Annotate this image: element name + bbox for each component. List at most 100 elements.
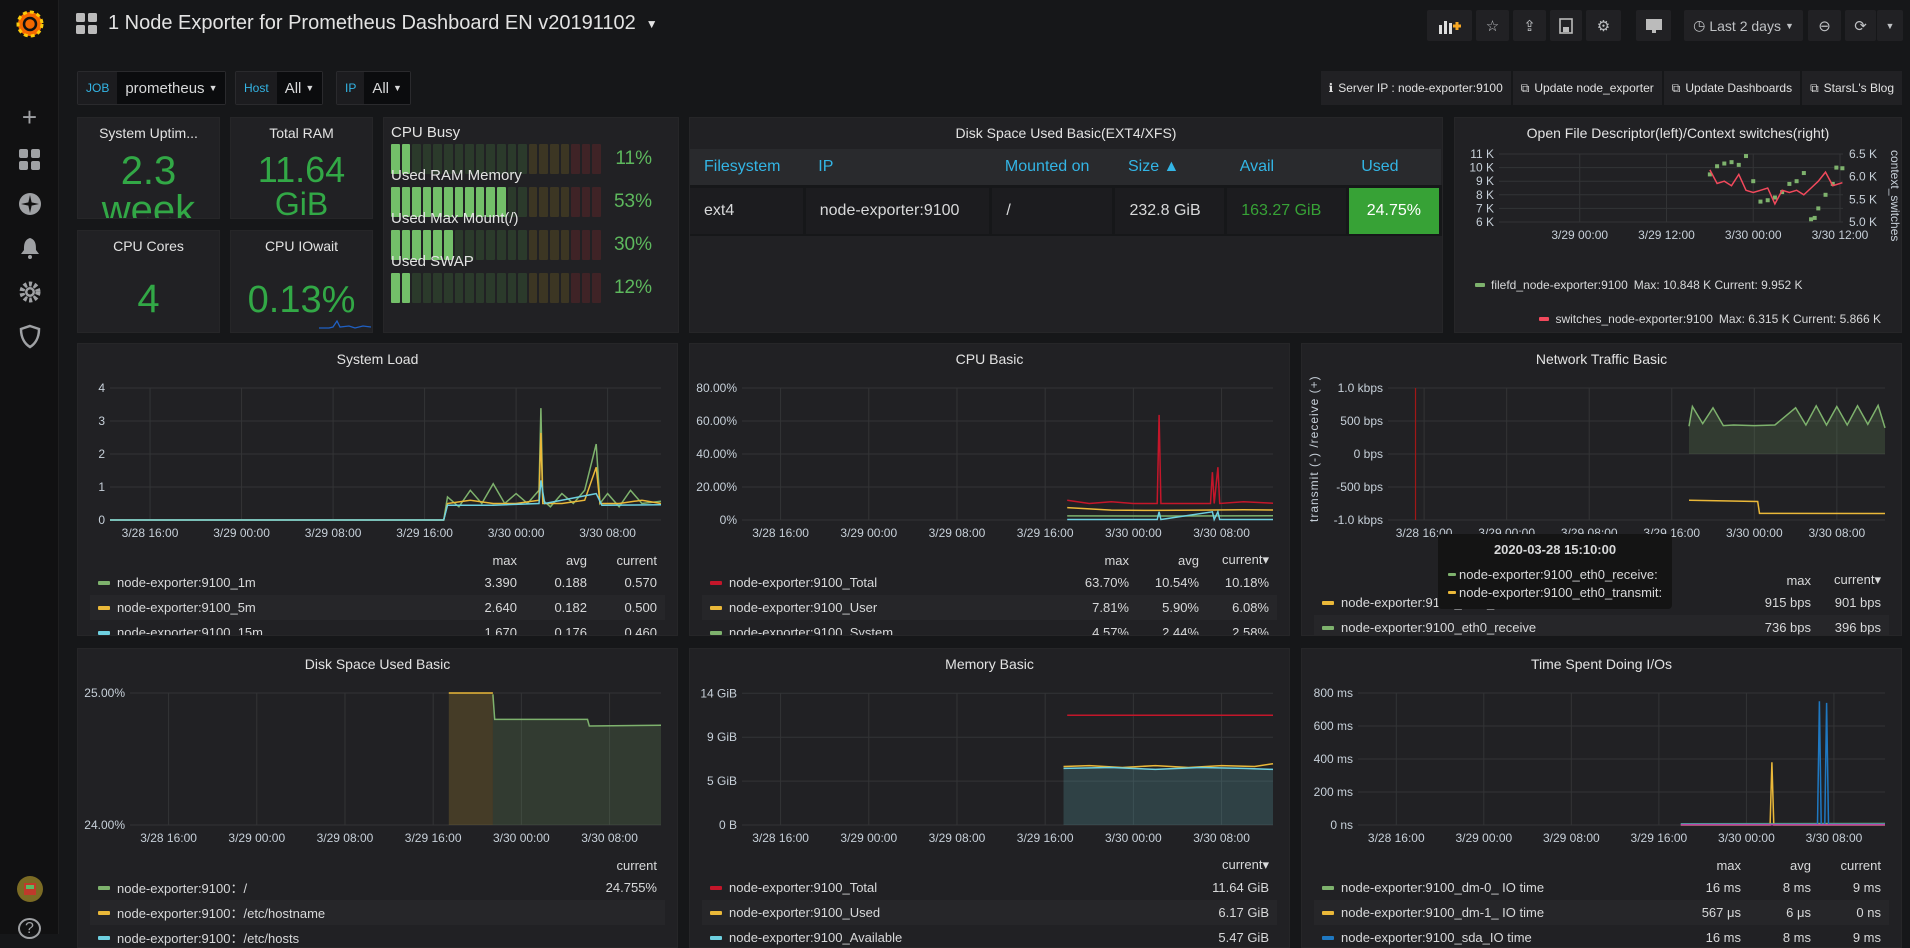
column-header[interactable]: IP [804, 149, 991, 187]
y-tick-label: 14 GiB [700, 686, 737, 700]
legend-column-header[interactable]: current [1811, 858, 1881, 873]
panel-title[interactable]: System Uptim... [78, 125, 219, 141]
legend-column-header[interactable]: avg [517, 553, 587, 568]
series-line [110, 408, 661, 520]
panel-title[interactable]: Disk Space Used Basic(EXT4/XFS) [690, 125, 1442, 141]
x-tick-label: 3/30 00:00 [493, 831, 550, 845]
variable-host-select[interactable]: All▼ [277, 72, 323, 104]
bar-gauge-cell [508, 230, 517, 260]
compass-icon[interactable] [0, 192, 59, 222]
column-header[interactable]: Filesystem [690, 149, 804, 187]
panel-title[interactable]: Disk Space Used Basic [78, 656, 677, 672]
column-header[interactable]: Used [1347, 149, 1440, 187]
legend-column-header[interactable]: max [1741, 573, 1811, 588]
link-blog[interactable]: ⧉StarsL's Blog [1802, 71, 1902, 105]
bar-gauge-cell [486, 230, 495, 260]
avatar[interactable] [0, 876, 59, 908]
series-line [1067, 508, 1273, 511]
panel-title[interactable]: Memory Basic [690, 656, 1289, 672]
link-server-ip[interactable]: ℹServer IP : node-exporter:9100 [1321, 71, 1511, 105]
dashboard-title[interactable]: 1 Node Exporter for Prometheus Dashboard… [76, 12, 658, 35]
bell-icon[interactable] [0, 236, 59, 266]
refresh-button[interactable]: ⟳ [1845, 10, 1876, 41]
panel-title[interactable]: System Load [78, 351, 677, 367]
column-header[interactable]: Avail [1226, 149, 1347, 187]
legend-item[interactable]: node-exporter:9100：/24.755% [90, 875, 665, 900]
legend-item[interactable]: node-exporter:9100_5m2.6400.1820.500 [90, 595, 665, 620]
legend-item[interactable]: node-exporter:9100_dm-1_ IO time567 μs6 … [1314, 900, 1889, 925]
caret-down-icon: ▼ [209, 83, 218, 93]
y2-tick-label: 5.5 K [1849, 192, 1877, 206]
tooltip-label: node-exporter:9100_eth0_receive: [1459, 567, 1658, 582]
legend-column-header[interactable]: current [587, 858, 657, 873]
legend-column-header[interactable]: avg [1741, 858, 1811, 873]
save-button[interactable] [1550, 10, 1582, 41]
panel-title[interactable]: Network Traffic Basic [1302, 351, 1901, 367]
variable-job-select[interactable]: prometheus▼ [117, 72, 225, 104]
shield-icon[interactable] [0, 324, 59, 356]
tooltip-row: node-exporter:9100_eth0_transmit: [1448, 583, 1662, 601]
add-panel-button[interactable] [1427, 10, 1472, 41]
panel-title[interactable]: Time Spent Doing I/Os [1302, 656, 1901, 672]
legend-column-header[interactable]: current▾ [1199, 552, 1269, 568]
bar-gauge-cell [571, 230, 580, 260]
caret-down-icon: ▼ [305, 83, 314, 93]
legend-value: 2.640 [447, 600, 517, 615]
legend-name: filefd_node-exporter:9100 [1491, 278, 1628, 292]
legend-column-header[interactable]: current▾ [1811, 572, 1881, 588]
variable-ip[interactable]: IPAll▼ [336, 71, 411, 105]
panel-title[interactable]: CPU Basic [690, 351, 1289, 367]
legend-item[interactable]: node-exporter:9100_System4.57%2.44%2.58% [702, 620, 1277, 636]
y-tick-label: 9 K [1476, 174, 1494, 188]
legend-column-header[interactable]: max [447, 553, 517, 568]
legend-item[interactable]: node-exporter:9100_Available5.47 GiB [702, 925, 1277, 948]
link-update-node-exporter[interactable]: ⧉Update node_exporter [1513, 71, 1662, 105]
legend-item[interactable]: filefd_node-exporter:9100Max: 10.848 K C… [1467, 268, 1889, 302]
legend-column-header[interactable]: avg [1129, 553, 1199, 568]
panel-title[interactable]: Total RAM [231, 125, 372, 141]
panel-title[interactable]: CPU IOwait [231, 238, 372, 254]
plus-icon[interactable]: + [0, 102, 59, 133]
legend-item[interactable]: node-exporter:9100_Used6.17 GiB [702, 900, 1277, 925]
legend-column-header[interactable]: current▾ [1199, 857, 1269, 873]
share-button[interactable]: ⇪ [1513, 10, 1546, 41]
legend-item[interactable]: node-exporter:9100_eth0_receive736 bps39… [1314, 615, 1889, 636]
legend-item[interactable]: node-exporter:9100_sda_IO time16 ms8 ms9… [1314, 925, 1889, 948]
legend-item[interactable]: node-exporter:9100_Total11.64 GiB [702, 875, 1277, 900]
legend-item[interactable]: switches_node-exporter:9100Max: 6.315 K … [1467, 302, 1889, 333]
legend-item[interactable]: node-exporter:9100：/etc/hostname [90, 900, 665, 925]
variable-host[interactable]: HostAll▼ [235, 71, 323, 105]
time-picker[interactable]: ◷Last 2 days▼ [1684, 10, 1803, 41]
dashboards-icon[interactable] [0, 148, 59, 178]
link-update-dashboards[interactable]: ⧉Update Dashboards [1664, 71, 1800, 105]
column-header[interactable]: Mounted on [991, 149, 1114, 187]
x-tick-label: 3/30 08:00 [579, 526, 636, 540]
panel-title[interactable]: CPU Cores [78, 238, 219, 254]
legend-item[interactable]: node-exporter:9100_dm-0_ IO time16 ms8 m… [1314, 875, 1889, 900]
y-tick-label: 800 ms [1314, 686, 1353, 700]
grafana-logo-icon[interactable] [0, 8, 59, 46]
variable-job[interactable]: JOBprometheus▼ [77, 71, 226, 105]
x-tick-label: 3/30 08:00 [1193, 526, 1250, 540]
legend-item[interactable]: node-exporter:9100：/etc/hosts [90, 925, 665, 948]
refresh-interval-dropdown[interactable]: ▼ [1877, 10, 1903, 41]
legend-item[interactable]: node-exporter:9100_Total63.70%10.54%10.1… [702, 570, 1277, 595]
column-header[interactable]: Size ▲ [1114, 149, 1226, 187]
panel-title[interactable]: Open File Descriptor(left)/Context switc… [1455, 125, 1901, 141]
chart-svg: 1.0 kbps500 bps0 bps-500 bps-1.0 kbpstra… [1302, 374, 1902, 550]
legend-column-header[interactable]: current [587, 553, 657, 568]
legend-item[interactable]: node-exporter:9100_User7.81%5.90%6.08% [702, 595, 1277, 620]
bar-gauge-cell [486, 273, 495, 303]
star-button[interactable]: ☆ [1476, 10, 1509, 41]
zoom-out-button[interactable]: ⊖ [1808, 10, 1841, 41]
bar-gauge-label: Used SWAP [391, 253, 474, 270]
settings-button[interactable]: ⚙ [1586, 10, 1621, 41]
legend-item[interactable]: node-exporter:9100_15m1.6700.1760.460 [90, 620, 665, 636]
legend-item[interactable]: node-exporter:9100_1m3.3900.1880.570 [90, 570, 665, 595]
variable-ip-select[interactable]: All▼ [364, 72, 410, 104]
tv-mode-button[interactable] [1636, 10, 1671, 41]
help-icon[interactable]: ? [0, 920, 59, 938]
legend-column-header[interactable]: max [1671, 858, 1741, 873]
gear-icon[interactable] [0, 280, 59, 310]
legend-column-header[interactable]: max [1059, 553, 1129, 568]
